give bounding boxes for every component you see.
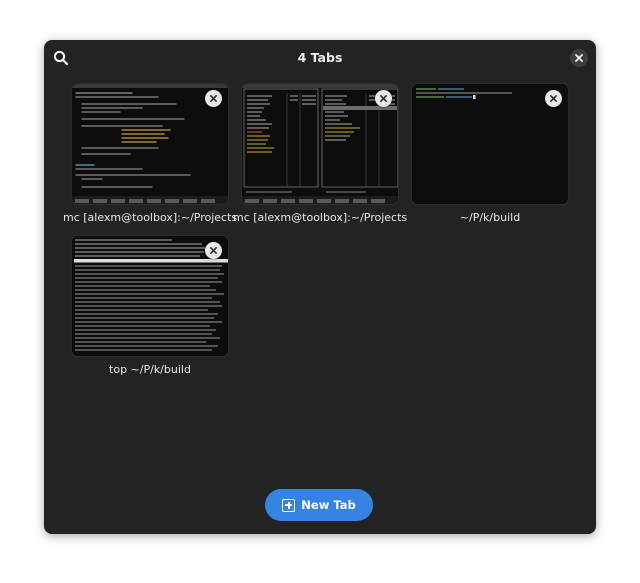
close-icon xyxy=(575,54,583,62)
tab-thumbnail[interactable] xyxy=(71,235,229,357)
new-tab-button[interactable]: New Tab xyxy=(265,489,373,521)
new-tab-icon xyxy=(282,498,296,512)
close-icon xyxy=(210,95,217,102)
tab-title: mc [alexm@toolbox]:~/Projects/ xyxy=(63,211,237,224)
header-bar: 4 Tabs xyxy=(44,40,596,76)
tab-title: top ~/P/k/build xyxy=(109,363,191,376)
new-tab-label: New Tab xyxy=(301,498,356,512)
close-tab-button[interactable] xyxy=(205,90,222,107)
close-button[interactable] xyxy=(570,49,588,67)
close-tab-button[interactable] xyxy=(545,90,562,107)
tab-thumbnail[interactable] xyxy=(71,83,229,205)
close-tab-button[interactable] xyxy=(205,242,222,259)
close-icon xyxy=(380,95,387,102)
close-icon xyxy=(550,95,557,102)
close-tab-button[interactable] xyxy=(375,90,392,107)
tab-overview-window: 4 Tabs mc [alexm@toolbox]:~/Projects/ mc… xyxy=(44,40,596,534)
tab-title: mc [alexm@toolbox]:~/Projects/ xyxy=(233,211,407,224)
close-icon xyxy=(210,247,217,254)
tab-thumbnail[interactable] xyxy=(411,83,569,205)
tab-thumbnail[interactable] xyxy=(241,83,399,205)
tab-title: ~/P/k/build xyxy=(459,211,521,224)
page-title: 4 Tabs xyxy=(297,50,343,65)
